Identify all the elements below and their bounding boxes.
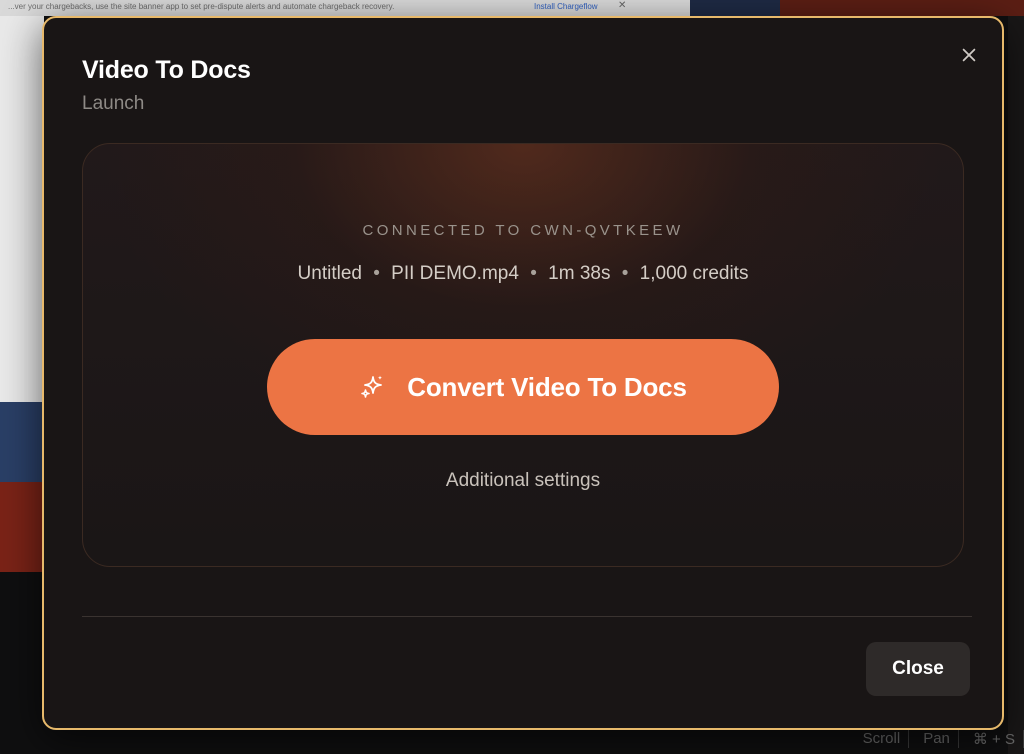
background-control-pan: Pan [923, 730, 959, 748]
video-duration: 1m 38s [548, 263, 611, 284]
video-to-docs-modal: Video To Docs Launch CONNECTED TO CWN-QV… [42, 16, 1004, 730]
background-banner-text: ...ver your chargebacks, use the site ba… [8, 2, 395, 11]
launch-card: CONNECTED TO CWN-QVTKEEW Untitled • PII … [82, 143, 964, 567]
convert-video-to-docs-button[interactable]: Convert Video To Docs [267, 339, 779, 435]
background-panel-blue [690, 0, 780, 16]
close-button[interactable]: Close [866, 642, 970, 696]
video-meta-line: Untitled • PII DEMO.mp4 • 1m 38s • 1,000… [83, 263, 963, 285]
background-control-scroll: Scroll [863, 730, 910, 748]
background-thumbnail-red [0, 482, 44, 572]
meta-separator: • [373, 263, 380, 284]
modal-title: Video To Docs [82, 56, 251, 84]
close-icon[interactable] [954, 40, 984, 70]
sparkle-icon [359, 374, 385, 400]
convert-button-label: Convert Video To Docs [407, 371, 687, 402]
modal-subtitle: Launch [82, 93, 145, 114]
video-credits: 1,000 credits [639, 263, 749, 284]
background-document [0, 16, 44, 402]
background-thumbnail-blue [0, 402, 44, 482]
video-file: PII DEMO.mp4 [391, 263, 519, 284]
additional-settings-link[interactable]: Additional settings [83, 470, 963, 492]
meta-separator: • [621, 263, 629, 284]
footer-divider [82, 616, 972, 617]
connected-label: CONNECTED TO CWN-QVTKEEW [362, 222, 684, 239]
video-name: Untitled [297, 263, 362, 284]
background-right-strip [1008, 16, 1024, 754]
background-control-shortcut: ⌘ + S [973, 730, 1024, 748]
close-icon-glyph [962, 48, 976, 62]
background-banner-close-icon: ✕ [618, 0, 627, 11]
background-banner-link: Install Chargeflow [534, 2, 598, 11]
background-panel-red [780, 0, 1024, 16]
background-banner: ...ver your chargebacks, use the site ba… [0, 0, 690, 16]
background-bottom-controls: Scroll Pan ⌘ + S [863, 730, 1024, 748]
meta-separator: • [530, 263, 537, 284]
